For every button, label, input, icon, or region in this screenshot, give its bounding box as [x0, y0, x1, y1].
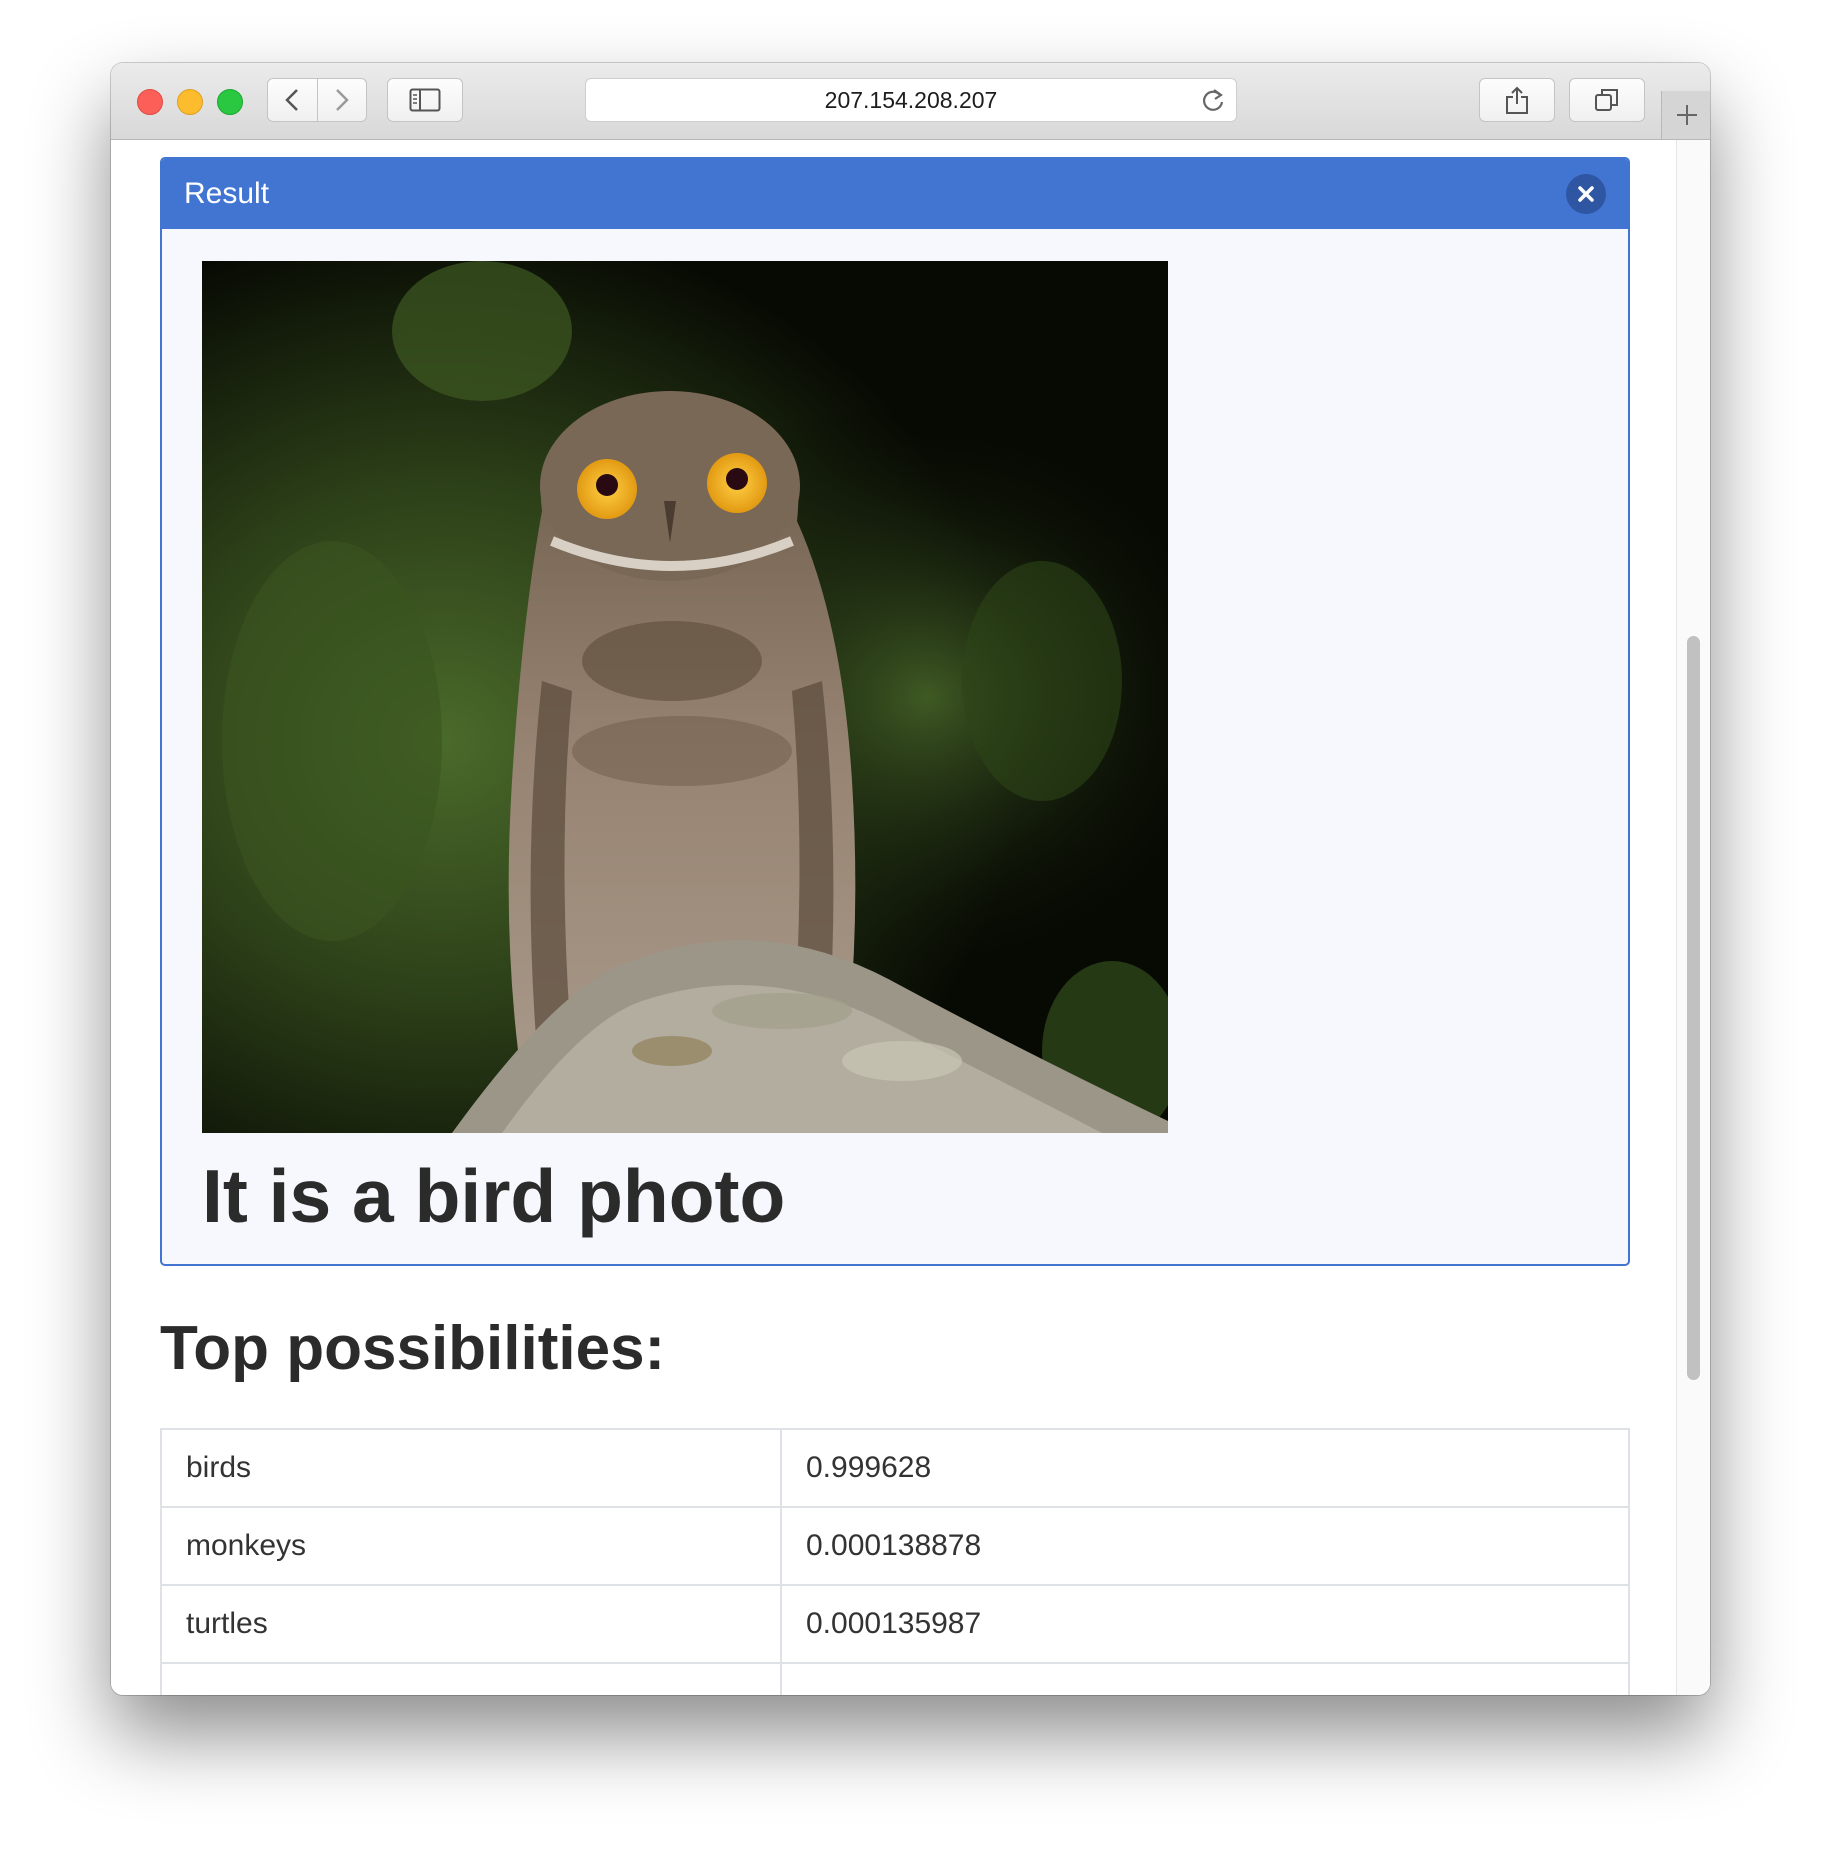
probability-value: [780, 1662, 1630, 1695]
reload-icon[interactable]: [1200, 87, 1226, 113]
result-panel: Result It is a bird photo: [160, 157, 1630, 1266]
plus-icon: [1676, 105, 1697, 125]
close-result-button[interactable]: [1566, 174, 1606, 214]
zoom-window-button[interactable]: [217, 89, 243, 115]
forward-chevron-icon: [335, 89, 349, 111]
table-row: monkeys 0.000138878: [160, 1506, 1630, 1586]
tabs-icon: [1595, 89, 1618, 111]
close-window-button[interactable]: [137, 89, 163, 115]
new-tab-button[interactable]: [1661, 91, 1710, 139]
browser-toolbar: 207.154.208.207: [111, 63, 1710, 140]
top-possibilities-heading: Top possibilities:: [160, 1314, 666, 1383]
probability-value: 0.999628: [780, 1428, 1630, 1508]
class-label: birds: [160, 1428, 782, 1508]
navigation-buttons: [267, 78, 367, 122]
share-button[interactable]: [1479, 78, 1555, 122]
back-chevron-icon: [285, 89, 299, 111]
table-row: turtles 0.000135987: [160, 1584, 1630, 1664]
scrollbar-thumb[interactable]: [1687, 636, 1700, 1380]
class-label: turtles: [160, 1584, 782, 1664]
forward-button[interactable]: [316, 79, 367, 121]
back-button[interactable]: [268, 79, 317, 121]
probability-value: 0.000138878: [780, 1506, 1630, 1586]
sidebar-icon: [409, 88, 441, 112]
minimize-window-button[interactable]: [177, 89, 203, 115]
classification-caption: It is a bird photo: [202, 1154, 786, 1238]
address-bar[interactable]: 207.154.208.207: [585, 78, 1237, 122]
url-text: 207.154.208.207: [824, 86, 998, 113]
page-content: Result It is a bird photo Top possibilit…: [111, 140, 1710, 1695]
possibilities-table: birds 0.999628 monkeys 0.000138878 turtl…: [160, 1428, 1630, 1695]
share-icon: [1506, 86, 1528, 114]
sidebar-button[interactable]: [387, 78, 463, 122]
table-row: [160, 1662, 1630, 1695]
class-label: [160, 1662, 782, 1695]
close-icon: [1578, 186, 1594, 202]
probability-value: 0.000135987: [780, 1584, 1630, 1664]
result-panel-title: Result: [184, 177, 270, 210]
browser-window: 207.154.208.207 Result It is a bird phot…: [111, 63, 1710, 1695]
bird-photo: [202, 261, 1168, 1133]
tabs-overview-button[interactable]: [1569, 78, 1645, 122]
table-row: birds 0.999628: [160, 1428, 1630, 1508]
result-panel-header: Result: [162, 159, 1628, 229]
class-label: monkeys: [160, 1506, 782, 1586]
